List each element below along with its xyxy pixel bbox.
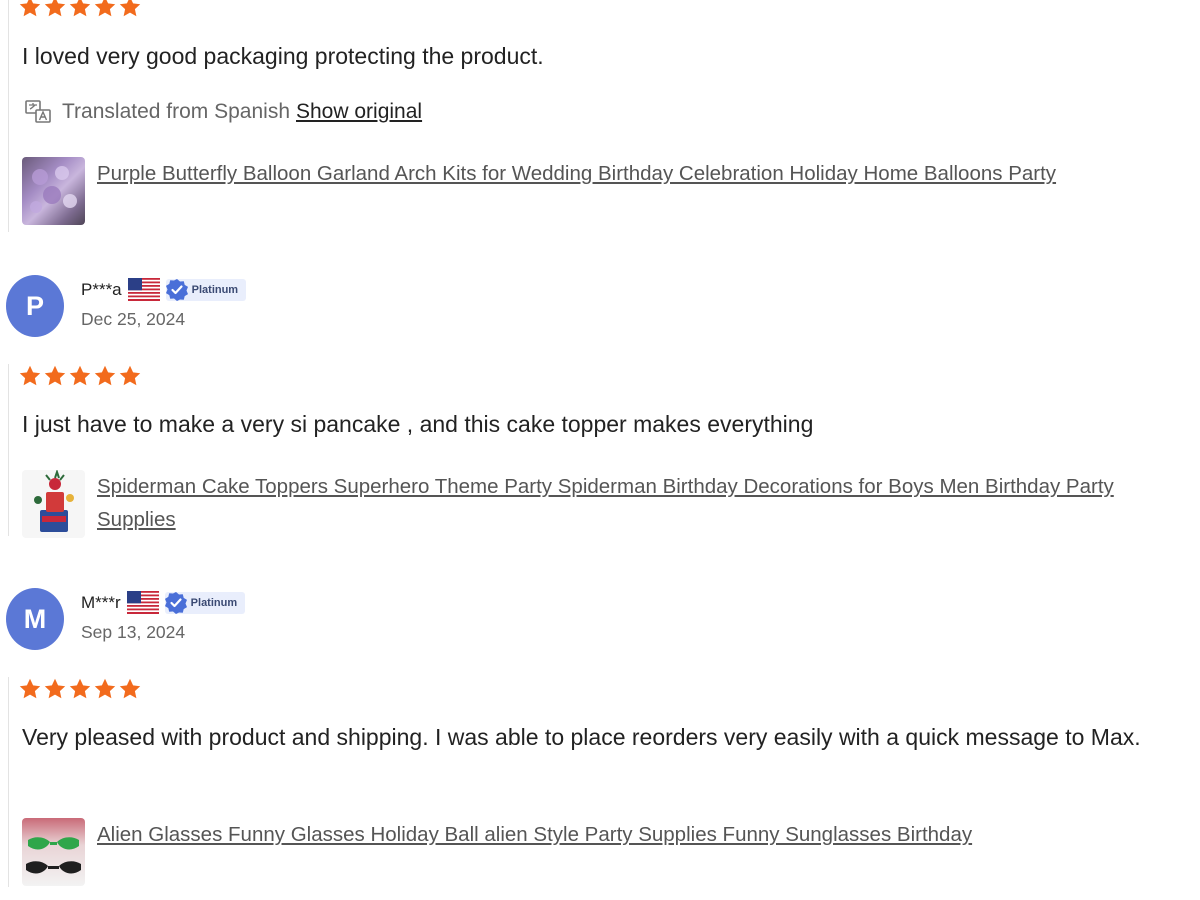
star-icon [118,0,142,19]
review-divider-line [8,364,9,536]
us-flag-icon [126,591,159,614]
star-icon [93,364,117,388]
star-rating [18,364,142,388]
translated-label: Translated from Spanish [62,100,290,123]
reviewer-name: M***r [81,592,121,612]
review-text: I loved very good packaging protecting t… [22,43,544,69]
badge-label: Platinum [190,596,238,609]
star-icon [18,0,42,19]
product-link[interactable]: Spiderman Cake Toppers Superhero Theme P… [97,470,1162,536]
show-original-link[interactable]: Show original [296,100,422,124]
reviewer-info: P***a Platinum [81,278,247,301]
reviewer-name: P***a [81,279,122,299]
star-icon [93,0,117,19]
badge-label: Platinum [191,283,239,296]
review-text: Very pleased with product and shipping. … [22,724,1141,750]
star-icon [43,0,67,19]
star-icon [68,0,92,19]
us-flag-icon [127,278,160,301]
star-icon [18,677,42,701]
star-icon [18,364,42,388]
translate-icon [24,98,52,126]
product-link[interactable]: Purple Butterfly Balloon Garland Arch Ki… [97,157,1162,190]
star-icon [43,364,67,388]
product-link[interactable]: Alien Glasses Funny Glasses Holiday Ball… [97,818,1162,851]
avatar: M [6,588,64,650]
star-icon [93,677,117,701]
verified-check-icon [164,591,187,614]
translation-notice: Translated from Spanish Show original [24,98,422,126]
star-rating [18,0,142,19]
star-icon [43,677,67,701]
review-divider-line [8,0,9,232]
verified-check-icon [165,278,188,301]
platinum-badge: Platinum [164,591,246,614]
review-date: Dec 25, 2024 [81,309,186,329]
review-product: Purple Butterfly Balloon Garland Arch Ki… [22,157,1162,225]
product-thumbnail[interactable] [22,470,85,538]
star-rating [18,677,142,701]
review-date: Sep 13, 2024 [81,622,186,642]
review-product: Alien Glasses Funny Glasses Holiday Ball… [22,818,1162,886]
star-icon [118,677,142,701]
star-icon [68,364,92,388]
product-thumbnail[interactable] [22,818,85,886]
star-icon [118,364,142,388]
avatar: P [6,275,64,337]
product-thumbnail[interactable] [22,157,85,225]
review-text: I just have to make a very si pancake , … [22,411,814,437]
star-icon [68,677,92,701]
review-divider-line [8,677,9,887]
reviewer-info: M***r Platinum [81,591,246,614]
platinum-badge: Platinum [165,278,247,301]
review-product: Spiderman Cake Toppers Superhero Theme P… [22,470,1162,538]
